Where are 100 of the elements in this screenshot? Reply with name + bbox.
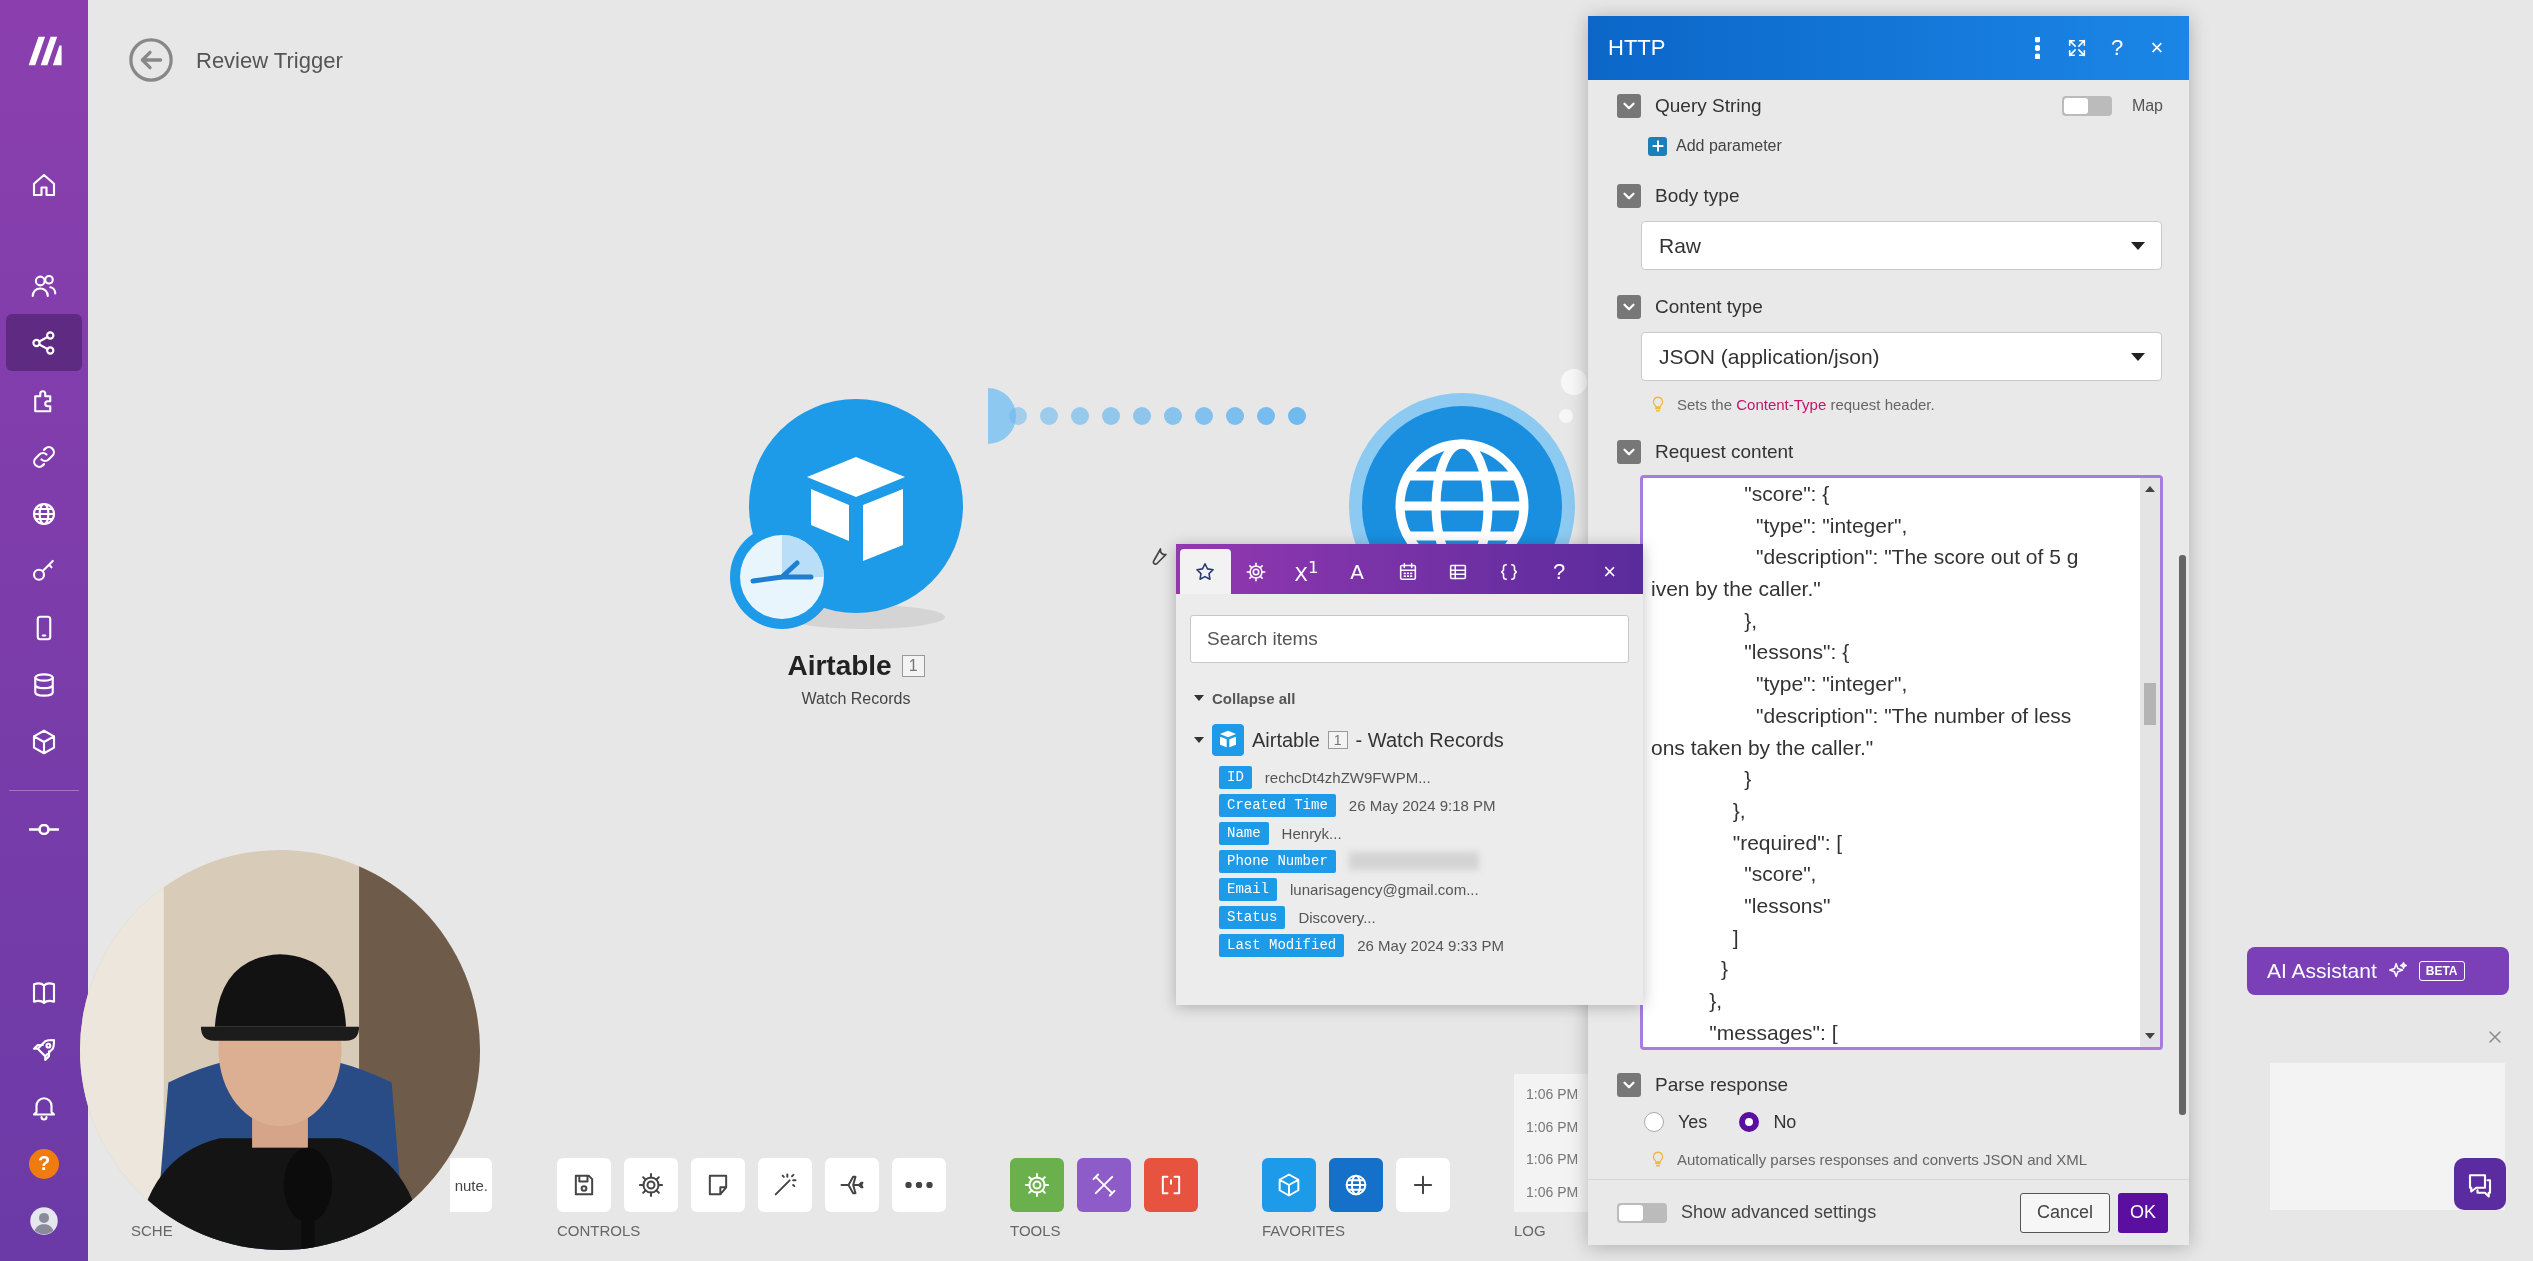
code-line: "lessons": { (1743, 639, 1851, 666)
scrollbar[interactable] (2179, 555, 2186, 1115)
favorite-button[interactable] (1329, 1158, 1383, 1212)
cancel-button[interactable]: Cancel (2019, 1192, 2110, 1233)
commit-icon (29, 824, 59, 835)
mapping-tab[interactable]: X$^{1}$ (1281, 549, 1332, 594)
item-value: 26 May 2024 9:33 PM (1357, 936, 1504, 954)
module-subtitle: Watch Records (801, 690, 911, 708)
log-time: 1:06 PM (1526, 1118, 1579, 1135)
gear-icon (1244, 560, 1267, 583)
field-label: Parse response (1655, 1074, 1789, 1096)
tool-button[interactable] (1144, 1158, 1198, 1212)
log-time: 1:06 PM (1526, 1183, 1579, 1200)
code-line: iven by the caller." (1651, 576, 1822, 603)
star-icon (1194, 560, 1217, 583)
gear-icon (1023, 1171, 1051, 1199)
code-line: "required": [ (1731, 829, 1844, 856)
collapse-toggle[interactable] (1617, 94, 1641, 118)
scrollbar[interactable] (2140, 478, 2160, 1047)
collapse-toggle[interactable] (1617, 440, 1641, 464)
item-value: lunarisagency@gmail.com... (1290, 880, 1479, 898)
code-line: "score", (1743, 861, 1818, 888)
mapping-tab[interactable] (1180, 549, 1231, 594)
code-line: "lessons" (1743, 892, 1832, 919)
code-line: "type": "integer", (1755, 512, 1909, 539)
toolbar-button[interactable] (825, 1158, 879, 1212)
code-line: } (1743, 766, 1753, 793)
sidebar-item[interactable] (6, 314, 82, 371)
module-name: Airtable (1252, 728, 1320, 752)
code-line: ons taken by the caller." (1651, 734, 1875, 761)
chat-help-button[interactable] (2454, 1158, 2506, 1210)
collapse-all-button[interactable]: Collapse all (1194, 687, 1629, 709)
schedule-button[interactable]: nute. (450, 1158, 492, 1212)
menu-icon (2034, 37, 2040, 59)
mapping-tab[interactable]: A (1331, 549, 1383, 594)
toolbar-button[interactable] (691, 1158, 745, 1212)
scenario-title: Review Trigger (196, 48, 343, 74)
code-line: }, (1708, 988, 1724, 1014)
module-number: 1 (1327, 731, 1348, 749)
module-number: 1 (901, 655, 925, 677)
content-type-select[interactable]: JSON (application/json) (1641, 332, 2162, 381)
expand-icon (2066, 37, 2088, 59)
module-action: - Watch Records (1355, 728, 1504, 752)
group-label: SCHE (131, 1221, 174, 1241)
avatar-icon (29, 1205, 59, 1236)
toolbar-button[interactable] (557, 1158, 611, 1212)
help-button[interactable]: ? (2103, 34, 2131, 62)
item-value: Henryk... (1281, 824, 1342, 842)
code-line: "description": "The score out of 5 g (1755, 544, 2080, 571)
search-field[interactable]: Search items (1190, 615, 1629, 663)
tool-button[interactable] (1010, 1158, 1064, 1212)
back-button[interactable] (128, 37, 174, 83)
gear-icon (637, 1171, 665, 1199)
code-line: }, (1743, 607, 1759, 634)
toolbar-button[interactable] (758, 1158, 812, 1212)
help-icon: ? (29, 1148, 59, 1179)
code-line: "type": "integer", (1755, 671, 1909, 698)
map-label: Map (2131, 97, 2163, 115)
advanced-settings-toggle[interactable] (1617, 1202, 1667, 1223)
log-time: 1:06 PM (1526, 1151, 1579, 1168)
expand-caret-icon[interactable] (1194, 737, 1204, 743)
help-button[interactable]: ? (1533, 549, 1585, 594)
favorite-button[interactable] (1396, 1158, 1450, 1212)
panel-title: HTTP (1608, 35, 1666, 61)
item-value: rechcDt4zhZW9FWPM... (1264, 768, 1431, 786)
item-value: 26 May 2024 9:18 PM (1348, 796, 1496, 814)
tool-button[interactable] (1077, 1158, 1131, 1212)
close-button[interactable]: × (2143, 34, 2171, 62)
cube-module-icon (1212, 724, 1244, 756)
module-name: Airtable (787, 650, 892, 682)
radio-button[interactable] (1644, 1112, 1664, 1132)
collapse-toggle[interactable] (1617, 295, 1641, 319)
ai-assistant-button[interactable]: AI Assistant BETA (2247, 947, 2509, 995)
radio-label: Yes (1678, 1111, 1708, 1133)
beta-badge: BETA (2418, 961, 2465, 981)
dots-icon (905, 1182, 933, 1188)
toolbar-button[interactable] (624, 1158, 678, 1212)
log-time: 1:06 PM (1526, 1086, 1579, 1103)
field-label: Content type (1655, 296, 1763, 318)
group-label: LOG (1514, 1221, 1547, 1241)
collapse-toggle[interactable] (1617, 184, 1641, 208)
radio-label: No (1773, 1111, 1797, 1133)
field-label: Body type (1655, 185, 1740, 207)
collapse-toggle[interactable] (1617, 1073, 1641, 1097)
hint-text: Automatically parses responses and converts JSON and XML (1677, 1150, 2088, 1168)
field-label: Query String (1655, 95, 1762, 117)
radio-button[interactable] (1739, 1112, 1760, 1132)
request-content-editor[interactable] (1640, 475, 2163, 1050)
map-toggle[interactable] (2061, 96, 2112, 116)
tools-icon (1090, 1171, 1118, 1199)
toolbar-button[interactable] (892, 1158, 946, 1212)
toggle-label: Show advanced settings (1681, 1202, 1877, 1223)
code-line: "score": { (1743, 481, 1831, 507)
add-parameter-button[interactable]: Add parameter (1648, 132, 1782, 160)
body-type-select[interactable]: Raw (1641, 221, 2162, 270)
ok-button[interactable]: OK (2118, 1192, 2168, 1233)
code-line: } (1720, 956, 1730, 983)
item-value: Discovery... (1298, 908, 1376, 926)
close-button[interactable]: × (1584, 549, 1636, 594)
hint-text: Sets the Content-Type request header. (1677, 395, 1935, 413)
